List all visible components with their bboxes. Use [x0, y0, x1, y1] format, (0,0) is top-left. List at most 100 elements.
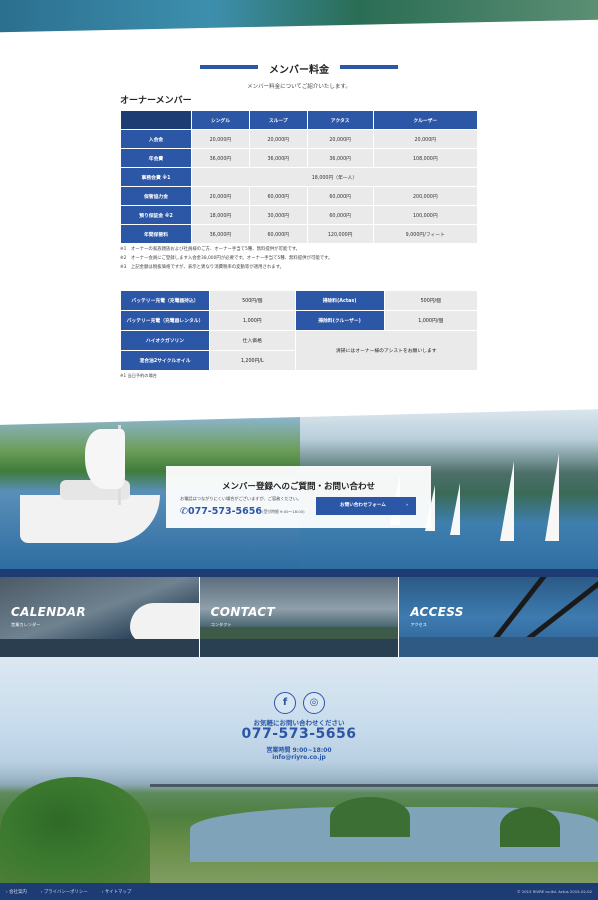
chevron-right-icon: ›	[406, 503, 408, 508]
row-header: 事務会費 ※1	[121, 168, 191, 186]
footer-email[interactable]: info@riyre.co.jp	[0, 754, 598, 761]
footnote-mark: ※1	[162, 175, 171, 181]
inquiry-phone-number: 077-573-5656	[187, 506, 262, 517]
footer-scenery	[0, 657, 598, 884]
table-cell: 30,000円	[249, 206, 307, 224]
instagram-icon[interactable]: ◎	[303, 692, 325, 714]
tile-subtitle: 営業カレンダー	[11, 622, 41, 627]
table-cell: 20,000円	[249, 130, 307, 148]
table-cell: 100,000円	[373, 206, 477, 224]
footer-link-label: プライバシーポリシー	[43, 890, 88, 895]
tile-title: CALENDAR	[11, 605, 86, 619]
footer-link-sitemap[interactable]: › サイトマップ	[102, 889, 132, 895]
table-cell: 20,000円	[192, 130, 249, 148]
inquiry-subtext: お電話はつながりにくい場合がございますが、ご容赦ください。	[180, 496, 302, 501]
bottom-bar: › 会社案内 › プライバシーポリシー › サイトマップ © 2015 RIVR…	[0, 883, 598, 900]
band-divider	[0, 569, 598, 577]
tile-access[interactable]: ACCESS アクセス	[398, 577, 598, 657]
table-cell: 20,000円	[192, 187, 249, 205]
table-cell: 18,000円	[192, 206, 249, 224]
note-line: ※2 オーナー会員にご登録します入会金38,000円が必要です。オーナー手当て5…	[120, 256, 333, 261]
col-header: クルーザー	[373, 111, 477, 129]
footer-link-privacy[interactable]: › プライバシーポリシー	[41, 889, 88, 895]
footer-phone[interactable]: 077-573-5656	[0, 726, 598, 742]
owner-member-label: オーナーメンバー	[120, 96, 192, 106]
tile-calendar[interactable]: CALENDAR 営業カレンダー	[0, 577, 199, 657]
section-subtitle: メンバー料金についてご紹介いたします。	[247, 84, 351, 90]
col-header: スループ	[249, 111, 307, 129]
table-cell: 9,000円/フィート	[373, 225, 477, 243]
tile-subtitle: アクセス	[410, 622, 427, 627]
fee-table-corner	[121, 111, 191, 129]
table-cell: 120,000円	[307, 225, 373, 243]
footer-link-label: 会社案内	[9, 890, 27, 895]
inquiry-phone[interactable]: ✆077-573-5656	[180, 506, 262, 517]
table-cell: 36,000円	[249, 149, 307, 167]
table-row: 保管協力金 20,000円 60,000円 60,000円 200,000円	[121, 187, 477, 205]
option-value: 1,000円/個	[384, 311, 477, 330]
option-value: 仕入価格	[210, 331, 295, 350]
table-row: 預り保証金 ※2 18,000円 30,000円 60,000円 100,000…	[121, 206, 477, 224]
footer-link-label: サイトマップ	[104, 890, 132, 895]
row-header: 預り保証金 ※2	[121, 206, 191, 224]
table-cell: 108,000円	[373, 149, 477, 167]
fee-table-header: シングル スループ アクタス クルーザー	[121, 111, 477, 129]
heading-line-right	[340, 65, 398, 69]
note-line: ※3 上記金額は税抜価格ですが、表示と異なり消費税率の変動等が適用されます。	[120, 265, 285, 270]
tile-subtitle: コンタクト	[210, 622, 232, 627]
table-cell: 200,000円	[373, 187, 477, 205]
table-row: ハイオクガソリン 仕入価格 清掃にはオーナー様のアシストをお願いします	[121, 331, 477, 370]
table-cell: 36,000円	[192, 225, 249, 243]
inquiry-form-button[interactable]: お問い合わせフォーム ›	[316, 497, 416, 515]
facebook-icon[interactable]: f	[274, 692, 296, 714]
table-cell: 60,000円	[307, 206, 373, 224]
owner-fee-table: シングル スループ アクタス クルーザー 入会金 20,000円 20,000円…	[120, 110, 478, 244]
option-value: 500円/個	[384, 291, 477, 310]
option-merged-note: 清掃にはオーナー様のアシストをお願いします	[295, 331, 477, 370]
note-line: ※1 オーナーの家族親族および社員様のご方、オーナー手当て5種、無料提供が可能で…	[120, 247, 301, 252]
table-cell: 20,000円	[373, 130, 477, 148]
footer-hours: 営業時間 9:00~18:00	[266, 747, 332, 754]
table-cell: 60,000円	[307, 187, 373, 205]
section-title: メンバー料金	[269, 65, 329, 76]
inquiry-title: メンバー登録へのご質問・お問い合わせ	[221, 482, 375, 492]
options-footnote: ※1 当日予約の場合	[120, 373, 157, 378]
option-value: 500円/個	[210, 291, 295, 310]
footnote-mark: ※2	[164, 213, 173, 219]
table-cell: 36,000円	[307, 149, 373, 167]
table-row: 年間保管料 36,000円 60,000円 120,000円 9,000円/フィ…	[121, 225, 477, 243]
hero-image-strip	[0, 0, 598, 38]
footer-link-company[interactable]: › 会社案内	[6, 889, 27, 895]
table-row: バッテリー充電（充電器レンタル） 1,000円 掃除料(クルーザー) 1,000…	[121, 311, 477, 330]
row-header: 年間保管料	[121, 225, 191, 243]
option-value: 1,000円	[210, 311, 295, 330]
copyright: © 2015 RIVRE co.ltd. Actus 2015-02-02	[516, 889, 592, 894]
tile-title: ACCESS	[410, 605, 464, 619]
table-row: バッテリー充電（充電器持込） 500円/個 掃除料(Actas) 500円/個	[121, 291, 477, 310]
option-label: 掃除料(Actas)	[295, 291, 384, 310]
options-table: バッテリー充電（充電器持込） 500円/個 掃除料(Actas) 500円/個 …	[120, 290, 478, 371]
row-header: 年会費	[121, 149, 191, 167]
option-label: 混合油2サイクルオイル	[121, 351, 209, 370]
col-header: アクタス	[307, 111, 373, 129]
heading-line-left	[200, 65, 258, 69]
row-header-label: 事務会費	[141, 175, 161, 181]
table-cell: 60,000円	[249, 187, 307, 205]
table-row: 事務会費 ※1 18,000円（年一人）	[121, 168, 477, 186]
table-row: 年会費 36,000円 36,000円 36,000円 108,000円	[121, 149, 477, 167]
tile-title: CONTACT	[210, 605, 275, 619]
table-cell-merged: 18,000円（年一人）	[192, 168, 477, 186]
option-label: 掃除料(クルーザー)	[295, 311, 384, 330]
fee-notes: ※1 オーナーの家族親族および社員様のご方、オーナー手当て5種、無料提供が可能で…	[120, 245, 332, 272]
tile-contact[interactable]: CONTACT コンタクト	[198, 577, 399, 657]
option-label: バッテリー充電（充電器持込）	[121, 291, 209, 310]
row-header: 入会金	[121, 130, 191, 148]
row-header-label: 預り保証金	[139, 213, 164, 219]
option-label: バッテリー充電（充電器レンタル）	[121, 311, 209, 330]
row-header: 保管協力金	[121, 187, 191, 205]
inquiry-card: メンバー登録へのご質問・お問い合わせ お電話はつながりにくい場合がございますが、…	[166, 466, 431, 528]
col-header: シングル	[192, 111, 249, 129]
inquiry-form-button-label: お問い合わせフォーム	[340, 503, 386, 508]
phone-icon: ✆	[180, 506, 188, 517]
table-cell: 60,000円	[249, 225, 307, 243]
